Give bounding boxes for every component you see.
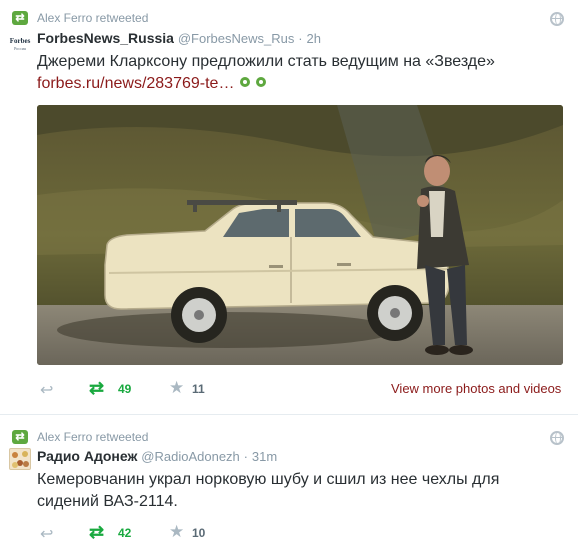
retweeted-by-label[interactable]: Alex Ferro retweeted [37,11,148,25]
media-dot-icon[interactable] [240,77,251,87]
retweet-count[interactable]: 49 [118,382,131,396]
star-icon[interactable]: ★ [169,378,184,398]
reply-icon[interactable]: ↩ [40,524,53,544]
retweet-icon: ⇄ [12,11,28,25]
tweet-link-line: forbes.ru/news/283769-te… [37,73,267,94]
tweet-radio[interactable]: ⇄ Alex Ferro retweeted Радио Адонеж @Rad… [0,415,578,548]
avatar[interactable]: Forbes Россия [9,33,31,60]
retweet-icon: ⇄ [12,430,28,444]
retweet-icon[interactable]: ⇄ [89,378,104,399]
reply-icon[interactable]: ↩ [40,380,53,400]
view-more-link[interactable]: View more photos and videos [391,381,561,396]
tweet-text-line2: сидений ВАЗ-2114. [37,493,178,510]
tweet-header: Радио Адонеж @RadioAdonezh · 31m [37,448,277,464]
globe-icon [550,431,564,445]
tweet-forbes[interactable]: ⇄ Alex Ferro retweeted Forbes Россия For… [0,0,578,415]
tweet-link[interactable]: forbes.ru/news/283769-te… [37,75,234,92]
timestamp[interactable]: 31m [252,449,277,464]
tweet-photo[interactable] [37,105,563,365]
retweet-count[interactable]: 42 [118,526,131,540]
avatar-sub: Россия [14,46,26,51]
author-handle[interactable]: @ForbesNews_Rus [178,31,295,46]
author-handle[interactable]: @RadioAdonezh [141,449,239,464]
avatar-brand: Forbes [9,37,31,45]
media-dot-icon[interactable] [256,77,267,87]
tweet-text: Джереми Кларксону предложили стать ведущ… [37,53,495,70]
car-photo-illustration [37,105,563,365]
tweet-actions: ↩ ⇄ 42 ★ 10 [37,522,567,544]
star-icon[interactable]: ★ [169,522,184,542]
timestamp[interactable]: 2h [306,31,320,46]
favorite-count[interactable]: 10 [192,526,205,540]
tweet-actions: ↩ ⇄ 49 ★ 11 View more photos and videos [37,378,567,400]
tweet-header: ForbesNews_Russia @ForbesNews_Rus · 2h [37,30,321,46]
author-name[interactable]: ForbesNews_Russia [37,30,174,46]
retweet-icon[interactable]: ⇄ [89,522,104,543]
tweet-text-line1: Кемеровчанин украл норковую шубу и сшил … [37,471,500,488]
favorite-count[interactable]: 11 [192,382,205,396]
time-separator: · [298,31,303,46]
globe-icon [550,12,564,26]
author-name[interactable]: Радио Адонеж [37,448,137,464]
time-separator: · [243,449,249,464]
avatar[interactable] [9,448,31,470]
retweeted-by-label[interactable]: Alex Ferro retweeted [37,430,148,444]
